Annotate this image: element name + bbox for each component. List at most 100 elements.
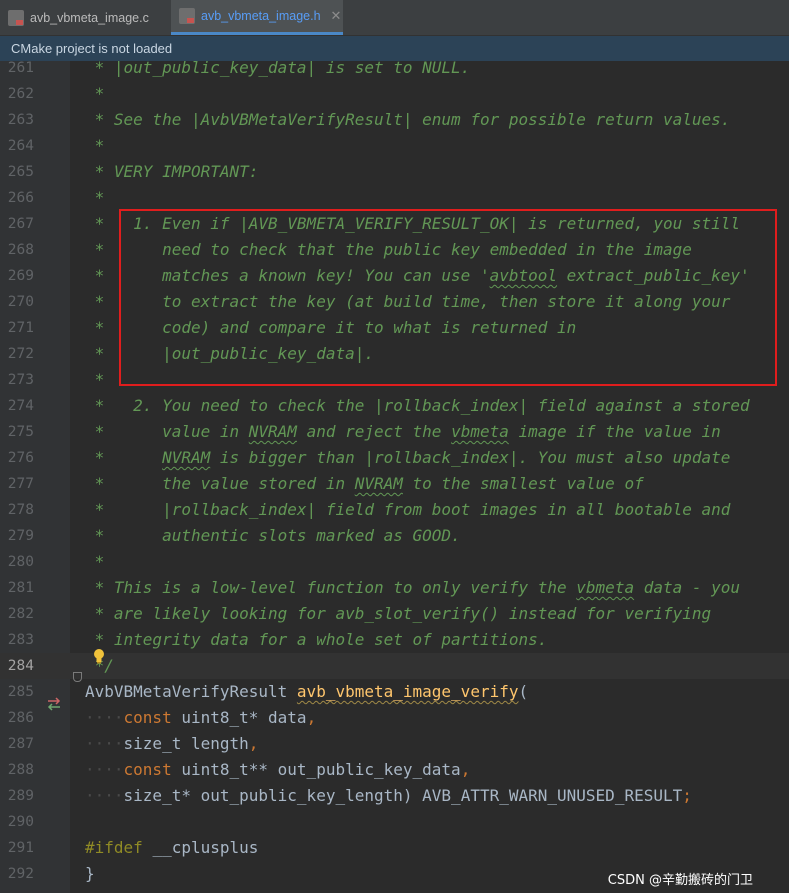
line-text: ····const uint8_t** out_public_key_data, xyxy=(85,757,470,783)
code-line[interactable]: 265 * VERY IMPORTANT: xyxy=(0,159,789,185)
line-text: * code) and compare it to what is return… xyxy=(85,318,577,337)
code-token: #ifdef xyxy=(85,838,153,857)
code-line[interactable]: 289 ····size_t* out_public_key_length) AV… xyxy=(0,783,789,809)
code-line[interactable]: 262 * xyxy=(0,81,789,107)
line-text: * |out_public_key_data| is set to NULL. xyxy=(85,58,471,77)
code-token: uint8_t* data xyxy=(181,708,307,727)
code-line[interactable]: 274 * 2. You need to check the |rollback… xyxy=(0,393,789,419)
code-line[interactable]: 280 * xyxy=(0,549,789,575)
code-line[interactable]: 264 * xyxy=(0,133,789,159)
code-token: , xyxy=(306,708,317,727)
code-line[interactable]: 284 */ xyxy=(0,653,789,679)
code-line[interactable]: 267 * 1. Even if |AVB_VBMETA_VERIFY_RESU… xyxy=(0,211,789,237)
close-tab-icon[interactable]: ✕ xyxy=(331,8,342,24)
code-line[interactable]: 286 ····const uint8_t* data, xyxy=(0,705,789,731)
code-line[interactable]: 285 AvbVBMetaVerifyResult avb_vbmeta_imag… xyxy=(0,679,789,705)
code-line[interactable]: 275 * value in NVRAM and reject the vbme… xyxy=(0,419,789,445)
line-text: * 2. You need to check the |rollback_ind… xyxy=(85,396,750,415)
line-text: * authentic slots marked as GOOD. xyxy=(85,526,461,545)
spelling-flag: NVRAM xyxy=(354,474,403,493)
code-token: size_t length xyxy=(123,734,249,753)
code-line[interactable]: 271 * code) and compare it to what is re… xyxy=(0,315,789,341)
code-line[interactable]: 266 * xyxy=(0,185,789,211)
line-text: * the value stored in NVRAM to the small… xyxy=(85,474,644,493)
line-number: 263 xyxy=(7,112,34,128)
code-line[interactable]: 272 * |out_public_key_data|. xyxy=(0,341,789,367)
line-text: * need to check that the public key embe… xyxy=(85,240,692,259)
tab-label: avb_vbmeta_image.c xyxy=(30,10,149,25)
code-token: , xyxy=(460,760,471,779)
line-number: 276 xyxy=(7,450,34,466)
line-text: } xyxy=(85,861,95,887)
line-number: 285 xyxy=(7,684,34,700)
line-text: * xyxy=(85,136,105,155)
code-line[interactable]: 288 ····const uint8_t** out_public_key_da… xyxy=(0,757,789,783)
code-line[interactable]: 287 ····size_t length, xyxy=(0,731,789,757)
lightbulb-icon[interactable] xyxy=(92,648,106,664)
code-line[interactable]: 291 #ifdef __cplusplus xyxy=(0,835,789,861)
line-number: 270 xyxy=(7,294,34,310)
code-token: ( xyxy=(518,682,529,701)
spelling-flag: NVRAM xyxy=(162,448,211,467)
banner-text: CMake project is not loaded xyxy=(11,41,173,56)
tab-avb-vbmeta-image-h[interactable]: avb_vbmeta_image.h ✕ xyxy=(171,0,343,35)
line-text: * xyxy=(85,552,105,571)
line-text: * value in NVRAM and reject the vbmeta i… xyxy=(85,422,721,441)
line-number: 272 xyxy=(7,346,34,362)
code-line[interactable]: 278 * |rollback_index| field from boot i… xyxy=(0,497,789,523)
code-token: ···· xyxy=(85,760,124,779)
code-line[interactable]: 281 * This is a low-level function to on… xyxy=(0,575,789,601)
code-line[interactable]: 270 * to extract the key (at build time,… xyxy=(0,289,789,315)
spelling-flag: vbmeta xyxy=(576,578,635,597)
line-text: ····const uint8_t* data, xyxy=(85,705,316,731)
line-text: * matches a known key! You can use 'avbt… xyxy=(85,266,750,285)
code-line[interactable]: 290 xyxy=(0,809,789,835)
line-text: * |rollback_index| field from boot image… xyxy=(85,500,731,519)
line-number: 268 xyxy=(7,242,34,258)
line-number: 266 xyxy=(7,190,34,206)
line-number: 271 xyxy=(7,320,34,336)
code-line[interactable]: 261 * |out_public_key_data| is set to NU… xyxy=(0,55,789,81)
line-text: * are likely looking for avb_slot_verify… xyxy=(85,604,712,623)
code-line[interactable]: 283 * integrity data for a whole set of … xyxy=(0,627,789,653)
line-number: 262 xyxy=(7,86,34,102)
line-text: * See the |AvbVBMetaVerifyResult| enum f… xyxy=(85,110,731,129)
code-token: ; xyxy=(682,786,692,805)
code-token: const xyxy=(123,708,182,727)
line-text: * NVRAM is bigger than |rollback_index|.… xyxy=(85,448,731,467)
code-token: ···· xyxy=(85,708,124,727)
tab-avb-vbmeta-image-c[interactable]: avb_vbmeta_image.c xyxy=(0,0,171,35)
line-number: 261 xyxy=(7,60,34,76)
c-file-icon xyxy=(8,9,24,26)
line-number: 282 xyxy=(7,606,34,622)
line-number: 289 xyxy=(7,788,34,804)
code-line[interactable]: 268 * need to check that the public key … xyxy=(0,237,789,263)
line-text: * integrity data for a whole set of part… xyxy=(85,630,548,649)
code-line[interactable]: 276 * NVRAM is bigger than |rollback_ind… xyxy=(0,445,789,471)
csdn-watermark: CSDN @辛勤搬砖的门卫 xyxy=(607,873,753,888)
line-number: 290 xyxy=(7,814,34,830)
line-number: 269 xyxy=(7,268,34,284)
line-number: 274 xyxy=(7,398,34,414)
fold-marker-icon[interactable] xyxy=(73,672,82,682)
code-line[interactable]: 269 * matches a known key! You can use '… xyxy=(0,263,789,289)
line-text: * This is a low-level function to only v… xyxy=(85,578,741,597)
code-line[interactable]: 277 * the value stored in NVRAM to the s… xyxy=(0,471,789,497)
line-number: 277 xyxy=(7,476,34,492)
code-line[interactable]: 273 * xyxy=(0,367,789,393)
navigate-declaration-icon[interactable] xyxy=(46,697,62,711)
code-line[interactable]: 282 * are likely looking for avb_slot_ve… xyxy=(0,601,789,627)
line-number: 287 xyxy=(7,736,34,752)
line-number: 288 xyxy=(7,762,34,778)
line-text: ····size_t* out_public_key_length) AVB_A… xyxy=(85,783,692,809)
line-text: AvbVBMetaVerifyResult avb_vbmeta_image_v… xyxy=(85,679,528,705)
code-line[interactable]: 263 * See the |AvbVBMetaVerifyResult| en… xyxy=(0,107,789,133)
tab-label: avb_vbmeta_image.h xyxy=(201,9,321,23)
code-token: __cplusplus xyxy=(152,838,259,857)
code-token: uint8_t** out_public_key_data xyxy=(181,760,461,779)
line-number: 283 xyxy=(7,632,34,648)
code-line[interactable]: 279 * authentic slots marked as GOOD. xyxy=(0,523,789,549)
code-token: , xyxy=(248,734,259,753)
line-number: 279 xyxy=(7,528,34,544)
line-text: * VERY IMPORTANT: xyxy=(85,162,259,181)
